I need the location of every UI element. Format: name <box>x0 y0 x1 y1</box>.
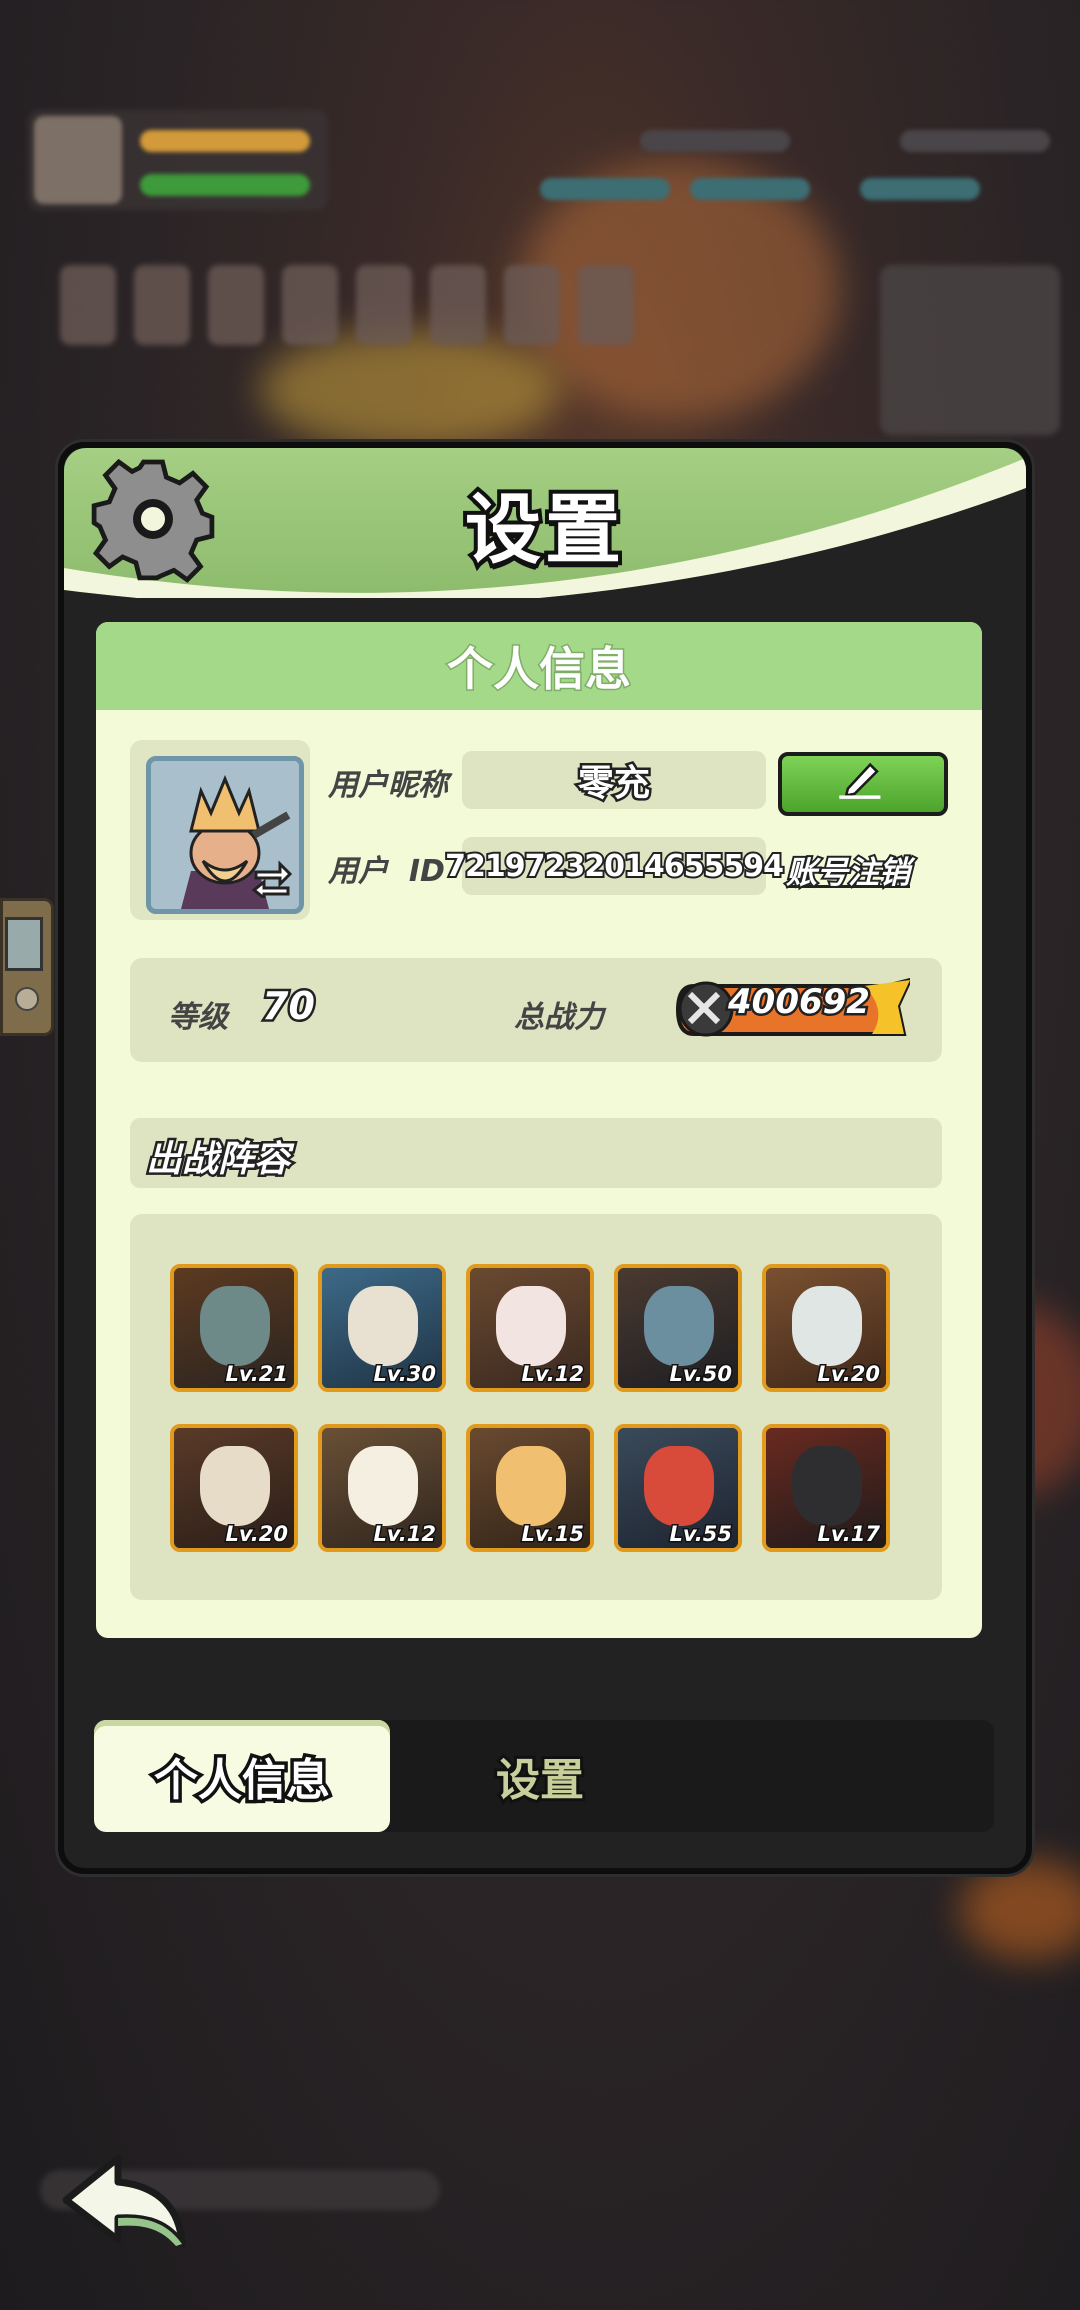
back-arrow-icon[interactable] <box>56 2148 196 2248</box>
power-label: 总战力 <box>514 1000 604 1035</box>
tab-personal-info-label: 个人信息 <box>151 1752 334 1810</box>
hero-level: Lv.21 <box>224 1361 290 1388</box>
edit-nickname-button[interactable] <box>778 752 948 816</box>
user-id-field: 72197232014655594 <box>443 837 786 895</box>
bg-hud-bar <box>540 178 670 200</box>
hero-level: Lv.20 <box>224 1521 290 1548</box>
bg-hero-row <box>60 265 670 355</box>
power-value: 400692 <box>726 980 873 1025</box>
avatar-frame[interactable] <box>130 740 310 920</box>
panel-header: 个人信息 <box>96 622 982 710</box>
bg-side-card <box>880 265 1060 435</box>
panel-title: 个人信息 <box>446 641 633 698</box>
hero-card[interactable]: Lv.12 <box>466 1264 594 1392</box>
side-device-icon[interactable] <box>0 898 54 1036</box>
hero-level: Lv.30 <box>372 1361 438 1388</box>
level-label: 等级 <box>168 1000 228 1035</box>
tab-personal-info[interactable]: 个人信息 <box>94 1720 390 1832</box>
bg-player-avatar <box>34 116 122 204</box>
settings-modal: 设置 个人信息 用户昵称 零充 用户 ID 72197232014655594 … <box>58 442 1032 1874</box>
bg-glow <box>960 1860 1080 1960</box>
user-id-label: 用户 ID <box>328 854 445 889</box>
hero-card[interactable]: Lv.55 <box>614 1424 742 1552</box>
bg-hud-bar <box>140 174 310 196</box>
bg-hud-bar <box>900 130 1050 152</box>
level-value: 70 <box>260 982 318 1031</box>
lineup-header: 出战阵容 <box>130 1118 942 1188</box>
hero-level: Lv.55 <box>668 1521 734 1548</box>
swap-arrows-icon[interactable] <box>250 858 294 898</box>
nickname-field: 零充 <box>462 751 766 809</box>
nickname-label: 用户昵称 <box>328 768 448 803</box>
tab-settings[interactable]: 设置 <box>390 1720 690 1832</box>
user-id-value: 72197232014655594 <box>443 847 786 886</box>
hero-level: Lv.17 <box>816 1521 882 1548</box>
bg-hud-bar <box>640 130 790 152</box>
tab-settings-label: 设置 <box>493 1752 587 1809</box>
hero-level: Lv.15 <box>520 1521 586 1548</box>
bottom-tabs: 个人信息 设置 <box>94 1720 994 1832</box>
hero-level: Lv.12 <box>372 1521 438 1548</box>
cancel-account-link[interactable]: 账号注销 <box>784 847 912 893</box>
modal-header: 设置 <box>64 448 1026 598</box>
bg-hud-bar <box>860 178 980 200</box>
hero-card[interactable]: Lv.21 <box>170 1264 298 1392</box>
hero-level: Lv.20 <box>816 1361 882 1388</box>
bg-hud-bar <box>140 130 310 152</box>
hero-card[interactable]: Lv.15 <box>466 1424 594 1552</box>
hero-level: Lv.12 <box>520 1361 586 1388</box>
stats-box: 等级 70 总战力 400692 <box>130 958 942 1062</box>
hero-card[interactable]: Lv.20 <box>762 1264 890 1392</box>
nickname-value: 零充 <box>575 761 652 807</box>
pencil-icon <box>839 762 881 799</box>
hero-card[interactable]: Lv.20 <box>170 1424 298 1552</box>
hero-card[interactable]: Lv.30 <box>318 1264 446 1392</box>
bg-hud-bar <box>690 178 810 200</box>
hero-lineup-grid: Lv.21 Lv.30 Lv.12 Lv.50 Lv.20 Lv.20 Lv.1… <box>130 1214 942 1600</box>
lineup-title: 出战阵容 <box>143 1137 292 1183</box>
hero-level: Lv.50 <box>668 1361 734 1388</box>
hero-card[interactable]: Lv.50 <box>614 1264 742 1392</box>
hero-card[interactable]: Lv.17 <box>762 1424 890 1552</box>
modal-title: 设置 <box>461 481 625 578</box>
personal-info-panel: 个人信息 用户昵称 零充 用户 ID 72197232014655594 账号注… <box>96 622 982 1638</box>
hero-card[interactable]: Lv.12 <box>318 1424 446 1552</box>
